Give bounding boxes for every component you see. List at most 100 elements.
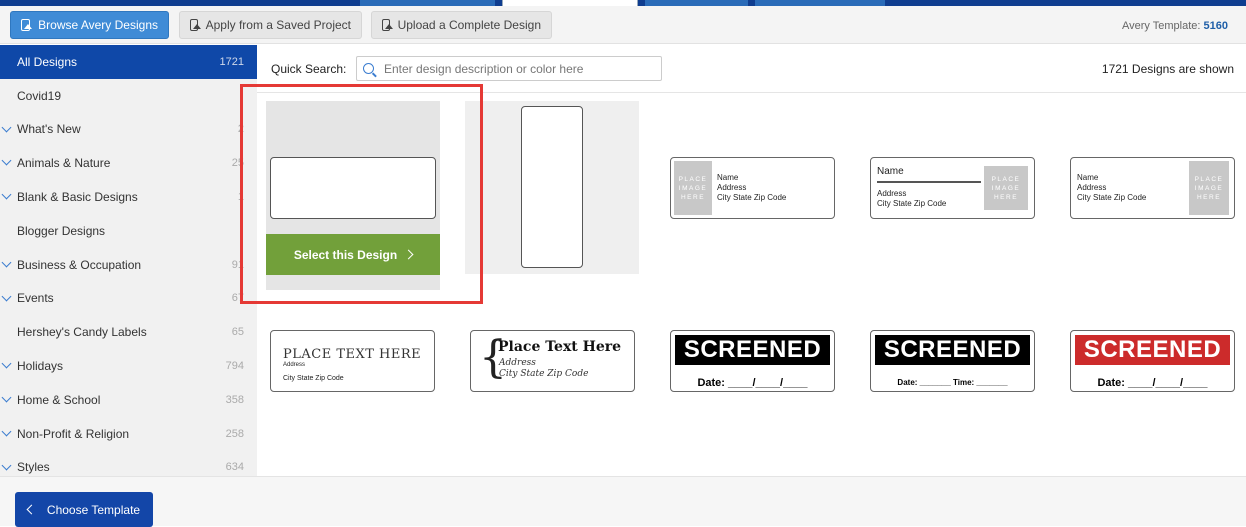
name-text: Name bbox=[717, 173, 739, 182]
placeholder-text: PLACE bbox=[991, 175, 1021, 183]
quick-search-label: Quick Search: bbox=[271, 62, 347, 76]
address-block: Name Address City State Zip Code bbox=[717, 173, 786, 203]
chevron-down-icon bbox=[1, 189, 12, 200]
choose-template-label: Choose Template bbox=[46, 502, 141, 517]
chevron-down-icon bbox=[1, 155, 12, 166]
sidebar-item-label: Animals & Nature bbox=[17, 156, 111, 171]
template-number: 5160 bbox=[1203, 20, 1228, 32]
sidebar-item-label: Hershey's Candy Labels bbox=[17, 325, 147, 340]
sidebar-item[interactable]: Blogger Designs bbox=[0, 214, 257, 248]
choose-template-button[interactable]: Choose Template bbox=[15, 492, 153, 527]
sidebar-item[interactable]: What's New 2 bbox=[0, 113, 257, 147]
designs-shown-count: 1721 Designs are shown bbox=[1101, 62, 1234, 76]
chevron-down-icon bbox=[1, 392, 12, 403]
sidebar-item-count: 358 bbox=[225, 393, 244, 406]
sidebar-item-label: Blank & Basic Designs bbox=[17, 190, 138, 205]
screened-banner: SCREENED bbox=[875, 335, 1030, 365]
sidebar-item[interactable]: Covid19 bbox=[0, 79, 257, 113]
design-tile-name-underline[interactable]: Name Address City State Zip Code PLACE I… bbox=[870, 157, 1035, 219]
design-tile-screened-date[interactable]: SCREENED Date: ____/____/____ bbox=[670, 330, 835, 392]
apply-saved-project-button[interactable]: Apply from a Saved Project bbox=[179, 11, 362, 39]
placeholder-text: IMAGE bbox=[1194, 184, 1224, 192]
city-text: City State Zip Code bbox=[499, 369, 589, 379]
sidebar-item-label: Styles bbox=[17, 460, 50, 475]
sidebar-item-label: Events bbox=[17, 291, 54, 306]
screened-banner: SCREENED bbox=[1075, 335, 1230, 365]
placeholder-image: PLACE IMAGE HERE bbox=[1189, 161, 1229, 215]
sidebar-item-label: Holidays bbox=[17, 359, 64, 374]
upload-design-label: Upload a Complete Design bbox=[397, 18, 541, 32]
image-icon bbox=[382, 19, 393, 31]
placeholder-text: HERE bbox=[1196, 193, 1222, 201]
name-underline bbox=[877, 181, 981, 183]
footer-bar: Choose Template bbox=[0, 476, 1246, 527]
browse-designs-button[interactable]: Browse Avery Designs bbox=[10, 11, 169, 39]
design-tile-place-text-caps[interactable]: PLACE TEXT HERE Address City State Zip C… bbox=[270, 330, 435, 392]
address-text: Address bbox=[877, 189, 907, 198]
placeholder-text: HERE bbox=[680, 193, 706, 201]
address-text: Address bbox=[717, 183, 747, 192]
sidebar-item-count: 258 bbox=[225, 427, 244, 440]
selection-highlight bbox=[240, 84, 483, 304]
date-time-line: Date: _______ Time: _______ bbox=[897, 378, 1008, 387]
chevron-down-icon bbox=[1, 291, 12, 302]
design-tile-screened-time[interactable]: SCREENED Date: _______ Time: _______ bbox=[870, 330, 1035, 392]
search-input[interactable] bbox=[384, 61, 654, 76]
sidebar-item-label: Non-Profit & Religion bbox=[17, 426, 130, 441]
upload-design-button[interactable]: Upload a Complete Design bbox=[371, 11, 552, 39]
sidebar-item-label: All Designs bbox=[17, 54, 78, 69]
place-text-heading: Place Text Here bbox=[498, 339, 622, 355]
design-toolbar: Browse Avery Designs Apply from a Saved … bbox=[0, 6, 1246, 44]
chevron-down-icon bbox=[1, 122, 12, 133]
address-text: Address bbox=[499, 358, 536, 368]
design-tile-image-right[interactable]: Name Address City State Zip Code PLACE I… bbox=[1070, 157, 1235, 219]
sidebar-item-label: Home & School bbox=[17, 392, 101, 407]
sidebar-item[interactable]: Business & Occupation 91 bbox=[0, 248, 257, 282]
sidebar-item[interactable]: Blank & Basic Designs 1 bbox=[0, 180, 257, 214]
sidebar-item[interactable]: Non-Profit & Religion 258 bbox=[0, 417, 257, 451]
image-icon bbox=[190, 19, 201, 31]
sidebar-item-count: 794 bbox=[225, 360, 244, 373]
search-icon bbox=[363, 63, 374, 74]
date-line: Date: ____/____/____ bbox=[697, 377, 808, 389]
design-tile-image-left[interactable]: PLACE IMAGE HERE Name Address City State… bbox=[670, 157, 835, 219]
placeholder-text: IMAGE bbox=[678, 184, 708, 192]
sidebar-item-count: 65 bbox=[231, 326, 244, 339]
name-text: Name bbox=[1077, 173, 1099, 182]
template-prefix: Avery Template: bbox=[1121, 20, 1204, 32]
sidebar-item[interactable]: All Designs 1721 bbox=[0, 45, 257, 79]
category-sidebar: All Designs 1721 Covid19 What's New 2 Animals… bbox=[0, 45, 257, 476]
address-block: Address City State Zip Code bbox=[877, 189, 946, 209]
name-text: Name bbox=[877, 166, 904, 177]
design-tile-screened-red[interactable]: SCREENED Date: ____/____/____ bbox=[1070, 330, 1235, 392]
placeholder-text: PLACE bbox=[678, 175, 708, 183]
sidebar-item-label: Blogger Designs bbox=[17, 223, 106, 238]
sidebar-item[interactable]: Hershey's Candy Labels 65 bbox=[0, 315, 257, 349]
sidebar-item[interactable]: Styles 634 bbox=[0, 451, 257, 476]
placeholder-image: PLACE IMAGE HERE bbox=[674, 161, 712, 215]
image-icon bbox=[21, 19, 33, 31]
sidebar-item-count: 634 bbox=[225, 461, 244, 474]
chevron-down-icon bbox=[1, 460, 12, 471]
city-text: City State Zip Code bbox=[1077, 193, 1147, 202]
address-text: Address bbox=[1077, 183, 1107, 192]
design-tile-place-text-brace[interactable]: { Place Text Here Address City State Zip… bbox=[470, 330, 635, 392]
sidebar-item[interactable]: Animals & Nature 25 bbox=[0, 146, 257, 180]
address-text: Address bbox=[283, 362, 306, 368]
sidebar-item-label: Business & Occupation bbox=[17, 257, 142, 272]
chevron-left-icon bbox=[26, 504, 37, 515]
search-box[interactable] bbox=[356, 56, 662, 81]
sidebar-item[interactable]: Holidays 794 bbox=[0, 349, 257, 383]
chevron-down-icon bbox=[1, 257, 12, 268]
city-text: City State Zip Code bbox=[283, 375, 344, 382]
city-text: City State Zip Code bbox=[877, 199, 947, 208]
sidebar-item[interactable]: Home & School 358 bbox=[0, 383, 257, 417]
chevron-down-icon bbox=[1, 426, 12, 437]
placeholder-text: HERE bbox=[993, 193, 1019, 201]
city-text: City State Zip Code bbox=[717, 193, 787, 202]
design-tile-vertical[interactable] bbox=[465, 101, 639, 274]
sidebar-item[interactable]: Events 67 bbox=[0, 282, 257, 316]
chevron-down-icon bbox=[1, 358, 12, 369]
placeholder-text: IMAGE bbox=[991, 184, 1021, 192]
placeholder-image: PLACE IMAGE HERE bbox=[984, 166, 1028, 210]
